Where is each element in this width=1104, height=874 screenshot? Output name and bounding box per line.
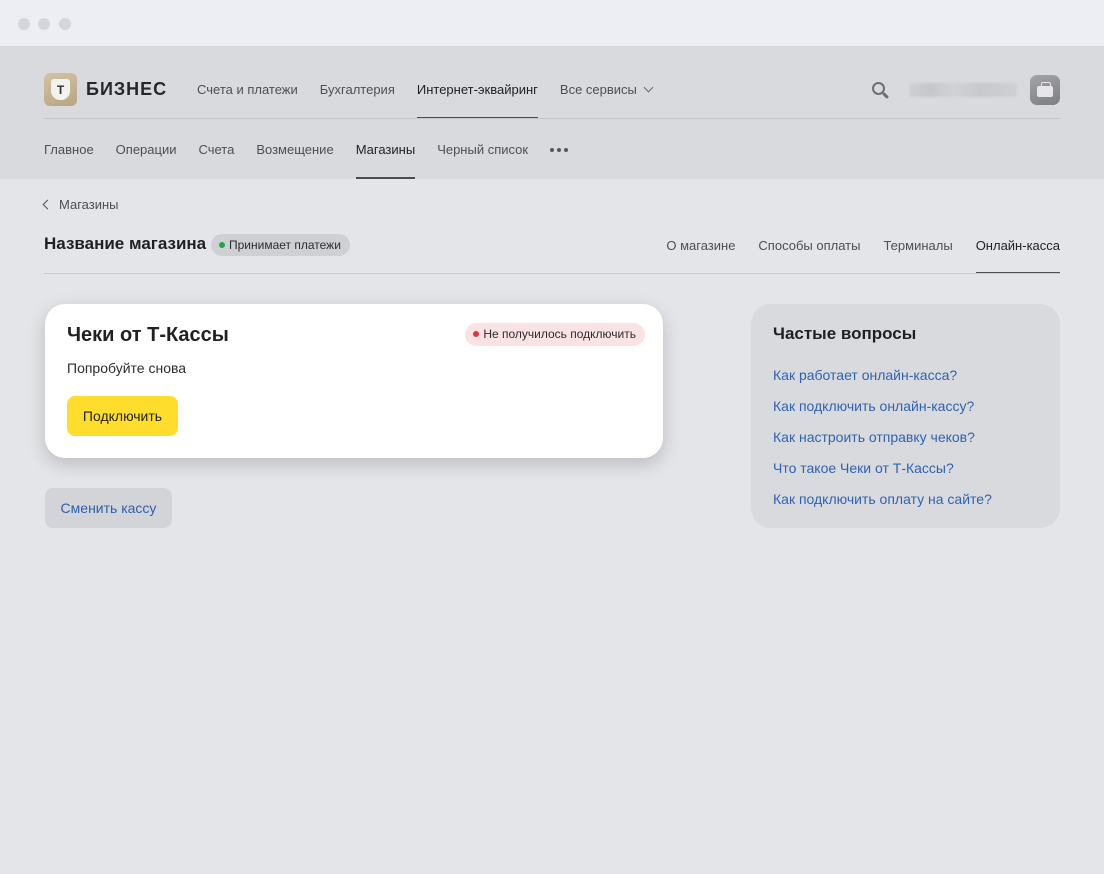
connect-button[interactable]: Подключить <box>67 396 178 436</box>
tab-about-store[interactable]: О магазине <box>666 234 735 274</box>
tab-terminals[interactable]: Терминалы <box>883 234 952 274</box>
status-badge: Принимает платежи <box>211 234 350 256</box>
shield-icon: Т <box>51 79 70 100</box>
top-nav-all-services-label: Все сервисы <box>559 82 637 97</box>
status-badge-label: Принимает платежи <box>229 238 341 252</box>
faq-link[interactable]: Что такое Чеки от Т-Кассы? <box>773 460 992 491</box>
sub-nav-main[interactable]: Главное <box>44 130 94 179</box>
card-subtitle: Попробуйте снова <box>67 360 187 376</box>
receipts-card: Чеки от Т-Кассы Не получилось подключить… <box>45 304 663 458</box>
briefcase-icon <box>1037 82 1053 97</box>
store-tabs: О магазине Способы оплаты Терминалы Онла… <box>643 234 1061 274</box>
faq-link[interactable]: Как работает онлайн-касса? <box>773 367 992 398</box>
tab-online-cashbox[interactable]: Онлайн-касса <box>975 234 1061 274</box>
logo-icon: Т <box>44 73 77 106</box>
change-cashbox-button[interactable]: Сменить кассу <box>45 488 172 528</box>
faq-panel: Частые вопросы Как работает онлайн-касса… <box>751 304 1060 528</box>
more-icon[interactable] <box>550 148 569 179</box>
sub-nav-refunds[interactable]: Возмещение <box>256 130 333 179</box>
faq-link[interactable]: Как подключить оплату на сайте? <box>773 491 992 522</box>
header-divider <box>44 118 1060 119</box>
user-name-blurred[interactable] <box>909 83 1017 97</box>
top-nav-accounts-payments[interactable]: Счета и платежи <box>197 73 298 119</box>
top-nav-internet-acquiring[interactable]: Интернет-эквайринг <box>416 73 538 119</box>
window-minimize-dot[interactable] <box>38 18 50 30</box>
error-badge-label: Не получилось подключить <box>483 327 636 341</box>
top-nav: Счета и платежи Бухгалтерия Интернет-экв… <box>197 73 674 119</box>
error-dot-icon <box>473 331 480 337</box>
breadcrumb[interactable]: Магазины <box>42 197 119 212</box>
sub-nav-blacklist[interactable]: Черный список <box>437 130 528 179</box>
top-nav-all-services[interactable]: Все сервисы <box>559 73 654 119</box>
search-icon[interactable] <box>872 82 890 100</box>
page-title: Название магазина <box>44 234 207 253</box>
sub-nav-accounts[interactable]: Счета <box>198 130 234 179</box>
sub-nav-operations[interactable]: Операции <box>116 130 177 179</box>
breadcrumb-label: Магазины <box>59 197 119 212</box>
app-header: Т БИЗНЕС Счета и платежи Бухгалтерия Инт… <box>0 46 1104 179</box>
window-close-dot[interactable] <box>18 18 30 30</box>
chevron-down-icon <box>643 82 654 93</box>
chevron-left-icon <box>42 199 53 210</box>
tabs-divider <box>44 273 1060 274</box>
error-badge: Не получилось подключить <box>465 323 645 346</box>
logo[interactable]: Т БИЗНЕС <box>44 73 167 106</box>
window-maximize-dot[interactable] <box>59 18 71 30</box>
faq-title: Частые вопросы <box>773 324 917 343</box>
status-dot-icon <box>219 242 225 248</box>
top-nav-accounting[interactable]: Бухгалтерия <box>320 73 395 119</box>
avatar[interactable] <box>1030 75 1060 105</box>
sub-nav-stores[interactable]: Магазины <box>355 130 415 179</box>
faq-link[interactable]: Как подключить онлайн-кассу? <box>773 398 992 429</box>
card-title: Чеки от Т-Кассы <box>67 324 229 346</box>
logo-text: БИЗНЕС <box>86 79 168 99</box>
window-titlebar <box>0 0 1104 46</box>
sub-nav: Главное Операции Счета Возмещение Магази… <box>44 130 569 179</box>
faq-link[interactable]: Как настроить отправку чеков? <box>773 429 992 460</box>
tab-payment-methods[interactable]: Способы оплаты <box>758 234 860 274</box>
faq-list: Как работает онлайн-касса? Как подключит… <box>773 367 992 522</box>
